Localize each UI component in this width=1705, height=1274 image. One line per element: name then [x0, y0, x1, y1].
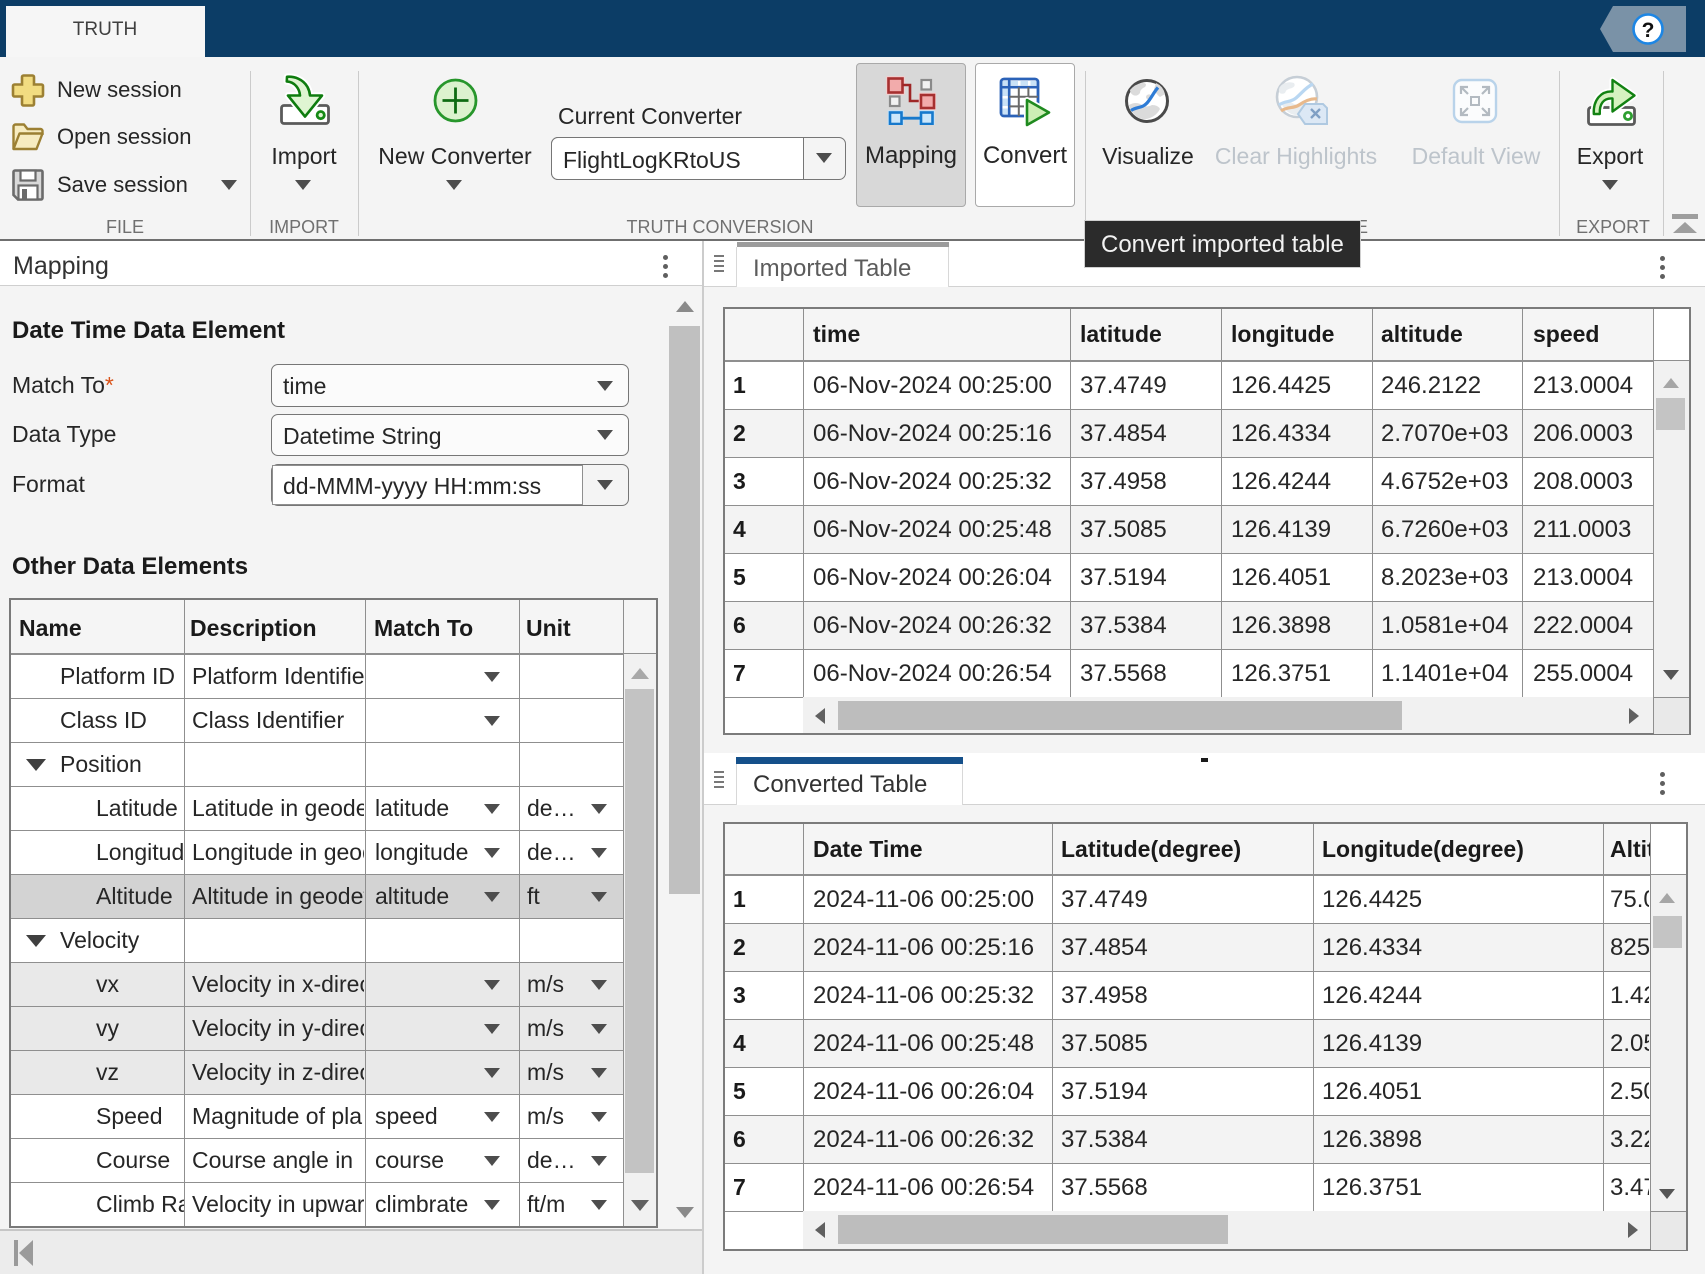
svg-text:?: ? — [1642, 19, 1655, 42]
